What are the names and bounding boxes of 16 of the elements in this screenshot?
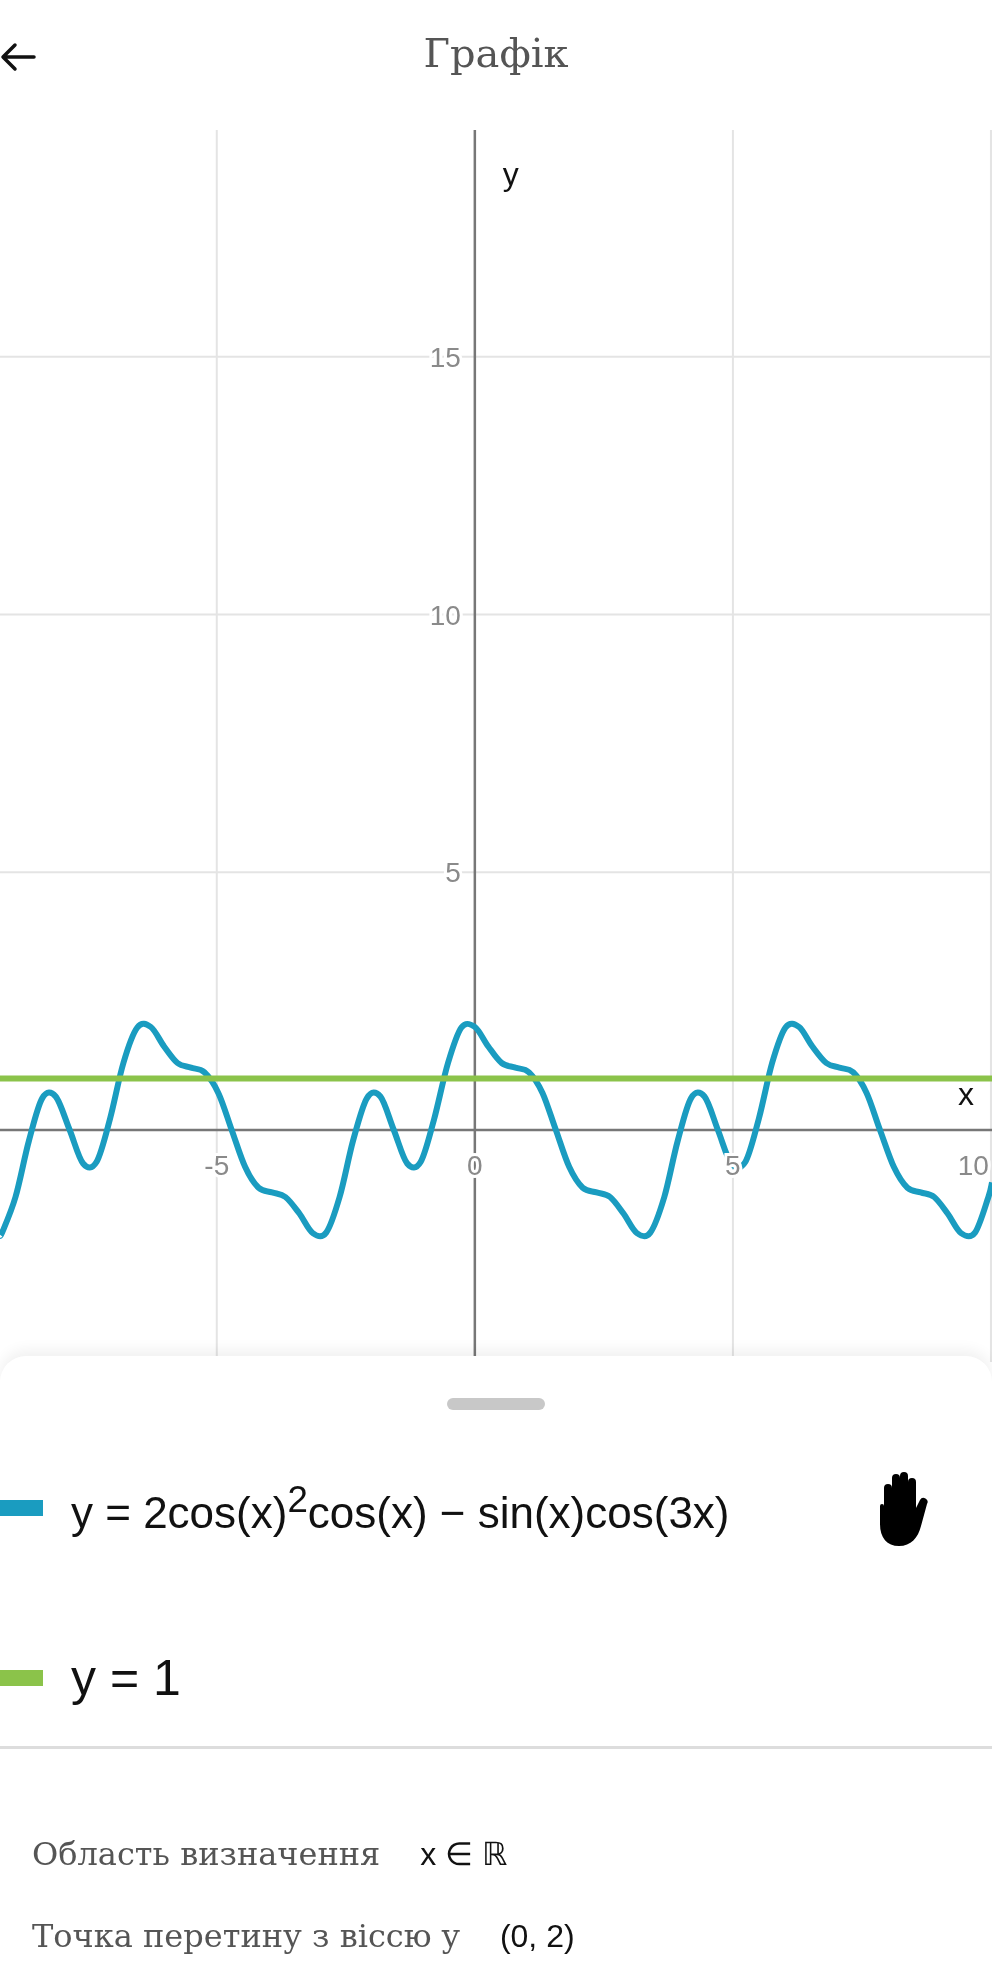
- tick-label: 10: [957, 1150, 989, 1182]
- property-label: Точка перетину з віссю y: [32, 1917, 460, 1955]
- tick-label: 10: [429, 599, 461, 631]
- property-value: x ∈ ℝ: [420, 1835, 508, 1873]
- tick-label: 15: [429, 341, 461, 373]
- tick-label: 5: [445, 857, 461, 889]
- tick-label: -5: [204, 1150, 230, 1182]
- axis-label: x: [958, 1076, 974, 1113]
- formula[interactable]: y = 1: [71, 1649, 181, 1707]
- screen-title: Графік: [423, 30, 569, 76]
- axis-label: y: [502, 156, 519, 192]
- back-arrow-icon[interactable]: [0, 42, 36, 72]
- drag-handle[interactable]: [447, 1398, 545, 1410]
- property-value: (0, 2): [499, 1917, 575, 1955]
- property-label: Область визначення: [32, 1835, 381, 1873]
- formula[interactable]: y = 2cos(x)$^{2}$cos(x) − sin(x)cos(3x): [71, 1478, 730, 1538]
